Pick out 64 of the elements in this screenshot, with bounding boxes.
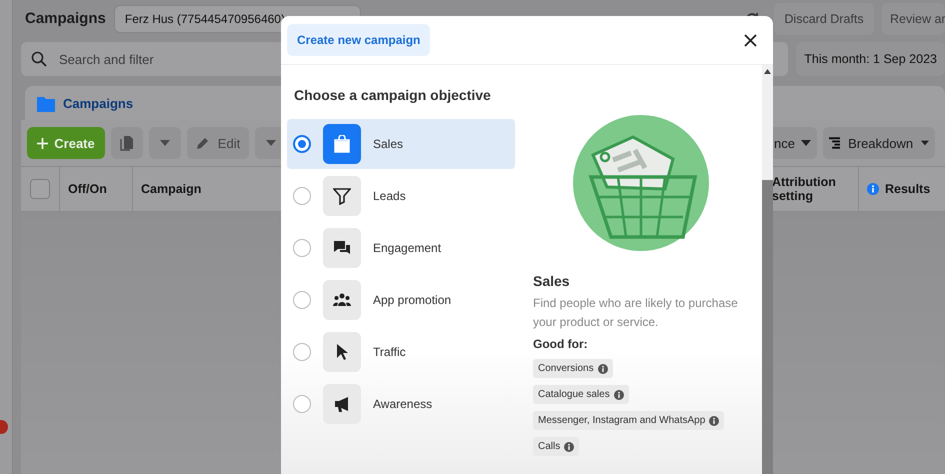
radio-button[interactable] xyxy=(293,395,311,413)
megaphone-icon xyxy=(323,384,361,424)
benefit-tag: Conversions xyxy=(533,359,613,378)
page-title: Campaigns xyxy=(24,9,106,29)
header-button[interactable]: Discard Drafts xyxy=(774,3,874,35)
caret-icon xyxy=(801,140,811,146)
create-campaign-tab[interactable]: Create new campaign xyxy=(287,24,430,56)
select-all-checkbox[interactable] xyxy=(30,179,50,199)
caret-icon xyxy=(921,140,929,146)
pencil-icon xyxy=(196,136,210,150)
caret-icon xyxy=(160,140,170,146)
people-icon xyxy=(323,280,361,320)
radio-button[interactable] xyxy=(293,239,311,257)
objective-label: Traffic xyxy=(373,345,406,359)
column-header[interactable]: Attribution setting xyxy=(772,175,850,203)
breakdown-button[interactable]: Breakdown xyxy=(823,127,935,159)
objective-option[interactable]: App promotion xyxy=(287,275,515,325)
objective-label: Sales xyxy=(373,137,404,151)
copy-icon xyxy=(120,135,134,151)
objective-description: Find people who are likely to purchase your product or service. xyxy=(533,295,739,331)
objective-option[interactable]: Leads xyxy=(287,171,515,221)
objective-title: Sales xyxy=(533,273,571,289)
info-icon[interactable] xyxy=(598,364,608,374)
scrollbar-thumb[interactable] xyxy=(762,180,773,474)
chat-icon xyxy=(323,228,361,268)
benefit-tag: Messenger, Instagram and WhatsApp xyxy=(533,411,724,430)
folder-icon xyxy=(37,94,55,112)
good-for-label: Good for: xyxy=(533,337,589,351)
benefit-tag: Calls xyxy=(533,437,580,456)
campaigns-tab[interactable]: Campaigns xyxy=(63,96,134,110)
objective-label: Awareness xyxy=(373,397,432,411)
column-header[interactable]: Off/On xyxy=(68,182,107,196)
objective-label: Leads xyxy=(373,189,406,203)
radio-button[interactable] xyxy=(293,187,311,205)
objective-option[interactable]: Sales xyxy=(287,119,515,169)
info-icon[interactable] xyxy=(564,442,574,452)
bag-icon xyxy=(323,124,361,164)
objective-option[interactable]: Awareness xyxy=(287,379,515,429)
scroll-up-icon[interactable] xyxy=(764,69,771,74)
info-icon[interactable] xyxy=(709,416,720,426)
radio-button[interactable] xyxy=(293,135,311,153)
funnel-icon xyxy=(323,176,361,216)
objective-label: App promotion xyxy=(373,293,452,307)
header-button[interactable]: Review ar xyxy=(882,3,945,35)
breakdown-icon xyxy=(829,136,840,150)
benefit-tag: Catalogue sales xyxy=(533,385,629,404)
date-range-button[interactable]: This month: 1 Sep 2023 xyxy=(796,42,945,76)
info-icon xyxy=(867,183,879,195)
column-header[interactable]: Campaign xyxy=(141,182,202,196)
radio-button[interactable] xyxy=(293,291,311,309)
section-heading: Choose a campaign objective xyxy=(293,86,492,105)
search-icon xyxy=(31,51,47,67)
objective-option[interactable]: Engagement xyxy=(287,223,515,273)
scrollbar[interactable] xyxy=(762,65,773,474)
objective-label: Engagement xyxy=(373,241,442,255)
radio-button[interactable] xyxy=(293,343,311,361)
cursor-icon xyxy=(323,332,361,372)
plus-icon xyxy=(37,138,48,148)
info-icon[interactable] xyxy=(614,390,624,400)
column-header[interactable]: Results xyxy=(885,182,930,196)
objective-option[interactable]: Traffic xyxy=(287,327,515,377)
close-icon[interactable] xyxy=(744,34,757,46)
duplicate-button[interactable] xyxy=(111,127,143,159)
caret-icon xyxy=(266,140,276,146)
